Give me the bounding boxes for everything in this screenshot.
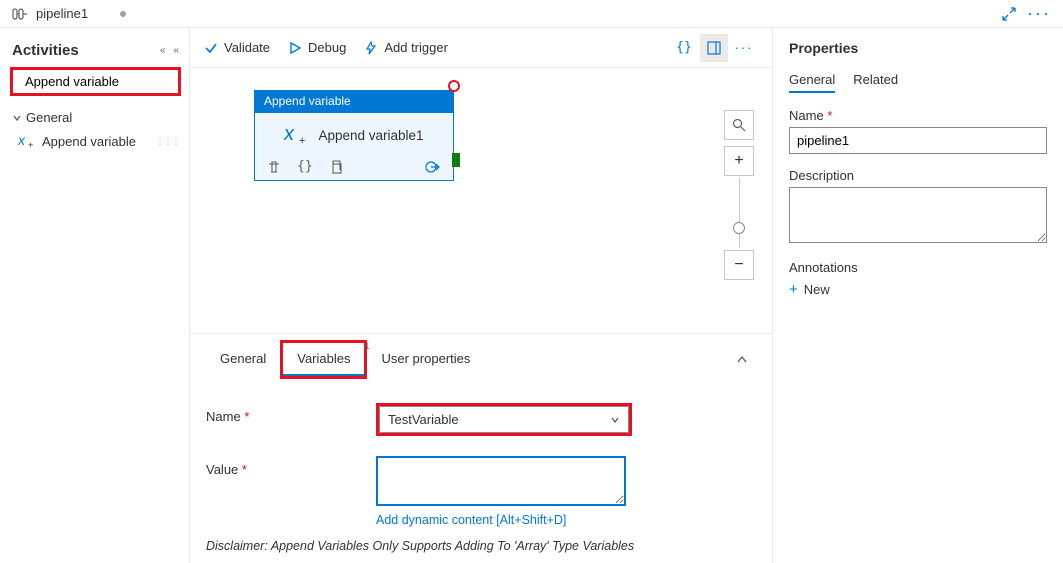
copy-icon[interactable] bbox=[329, 160, 343, 174]
expand-icon[interactable] bbox=[997, 2, 1021, 26]
properties-panel: Properties General Related Name * Descri… bbox=[773, 28, 1063, 563]
zoom-in-button[interactable]: + bbox=[724, 146, 754, 176]
collapse-panel-icon[interactable] bbox=[728, 346, 756, 374]
main-area: Validate Debug Add trigger {} ··· bbox=[190, 28, 773, 563]
svg-text:+: + bbox=[28, 140, 33, 149]
activities-heading: Activities bbox=[12, 42, 79, 59]
chevron-down-icon bbox=[12, 113, 22, 123]
variable-value-input[interactable] bbox=[376, 456, 626, 506]
activities-header: Activities « « bbox=[10, 36, 181, 67]
variable-value-label: Value * bbox=[206, 456, 376, 477]
variable-icon: x + bbox=[18, 133, 36, 149]
prop-tab-general[interactable]: General bbox=[789, 68, 835, 93]
variable-name-label: Name * bbox=[206, 403, 376, 424]
activities-sidebar: Activities « « General x + Append variab… bbox=[0, 28, 190, 563]
zoom-slider-thumb[interactable] bbox=[733, 222, 745, 234]
prop-name-input[interactable] bbox=[789, 127, 1047, 154]
more-icon[interactable]: ··· bbox=[1027, 2, 1051, 26]
add-trigger-button[interactable]: Add trigger bbox=[364, 40, 448, 55]
debug-label: Debug bbox=[308, 40, 346, 55]
prop-tab-related[interactable]: Related bbox=[853, 68, 898, 93]
plus-icon: + bbox=[789, 281, 798, 298]
tab-variables-badge: 1 bbox=[364, 341, 369, 351]
add-annotation-button[interactable]: + New bbox=[789, 281, 830, 298]
tree-section-label: General bbox=[26, 110, 72, 125]
zoom-out-button[interactable]: − bbox=[724, 250, 754, 280]
tab-variables[interactable]: Variables bbox=[283, 343, 364, 376]
activities-search-input[interactable] bbox=[25, 74, 201, 89]
pipeline-canvas[interactable]: Append variable x + Append variable1 bbox=[190, 68, 772, 333]
activity-node-append-variable[interactable]: Append variable x + Append variable1 bbox=[254, 90, 454, 181]
dynamic-content-link[interactable]: Add dynamic content [Alt+Shift+D] bbox=[376, 513, 566, 527]
output-icon[interactable] bbox=[425, 160, 441, 174]
variable-name-select[interactable]: TestVariable bbox=[379, 406, 629, 433]
validate-button[interactable]: Validate bbox=[204, 40, 270, 55]
prop-description-input[interactable] bbox=[789, 187, 1047, 243]
tab-general[interactable]: General bbox=[206, 343, 280, 376]
activity-item-label: Append variable bbox=[42, 134, 136, 149]
add-annotation-label: New bbox=[804, 282, 830, 297]
pipeline-toolbar: Validate Debug Add trigger {} ··· bbox=[190, 28, 772, 68]
svg-text:x: x bbox=[284, 125, 295, 145]
validation-error-icon bbox=[448, 80, 460, 92]
add-trigger-label: Add trigger bbox=[384, 40, 448, 55]
activity-settings-panel: General Variables 1 User properties Name… bbox=[190, 333, 772, 563]
collapse-panel-icon[interactable]: « bbox=[173, 45, 179, 56]
properties-toggle-button[interactable] bbox=[700, 34, 728, 62]
tab-user-properties[interactable]: User properties bbox=[367, 343, 484, 376]
pipeline-icon bbox=[12, 8, 28, 20]
prop-description-label: Description bbox=[789, 168, 1047, 183]
validate-label: Validate bbox=[224, 40, 270, 55]
tree-section-general[interactable]: General bbox=[10, 106, 181, 129]
expand-all-icon[interactable]: « bbox=[160, 45, 166, 56]
activity-node-header: Append variable bbox=[254, 90, 454, 112]
pipeline-title: pipeline1 bbox=[36, 6, 88, 21]
variable-icon: x + bbox=[284, 125, 308, 145]
activity-node-title: Append variable1 bbox=[318, 128, 423, 143]
variable-name-value: TestVariable bbox=[388, 412, 459, 427]
prop-annotations-label: Annotations bbox=[789, 260, 1047, 275]
success-connector-icon[interactable] bbox=[452, 153, 460, 167]
settings-tabs: General Variables 1 User properties bbox=[206, 340, 756, 379]
prop-name-label: Name * bbox=[789, 108, 1047, 123]
properties-tabs: General Related bbox=[789, 68, 1047, 94]
titlebar: pipeline1 ··· bbox=[0, 0, 1063, 28]
delete-icon[interactable] bbox=[267, 160, 281, 174]
code-icon[interactable]: {} bbox=[297, 159, 313, 174]
unsaved-indicator-icon bbox=[120, 11, 126, 17]
drag-handle-icon[interactable]: ⋮⋮⋮ bbox=[155, 136, 179, 147]
zoom-slider[interactable] bbox=[739, 178, 740, 248]
activity-item-append-variable[interactable]: x + Append variable ⋮⋮⋮ bbox=[10, 129, 181, 153]
svg-text:x: x bbox=[18, 133, 26, 148]
toolbar-more-button[interactable]: ··· bbox=[730, 34, 758, 62]
disclaimer-text: Disclaimer: Append Variables Only Suppor… bbox=[206, 539, 756, 553]
svg-text:+: + bbox=[299, 135, 305, 145]
titlebar-right: ··· bbox=[997, 2, 1051, 26]
properties-heading: Properties bbox=[789, 40, 1047, 56]
activity-node-body[interactable]: x + Append variable1 {} bbox=[254, 112, 454, 181]
json-view-button[interactable]: {} bbox=[670, 34, 698, 62]
debug-button[interactable]: Debug bbox=[288, 40, 346, 55]
chevron-down-icon bbox=[610, 415, 620, 425]
activities-search[interactable] bbox=[10, 67, 181, 96]
canvas-zoom-controls: + − bbox=[724, 110, 754, 280]
titlebar-left: pipeline1 bbox=[12, 6, 126, 21]
search-canvas-button[interactable] bbox=[724, 110, 754, 140]
